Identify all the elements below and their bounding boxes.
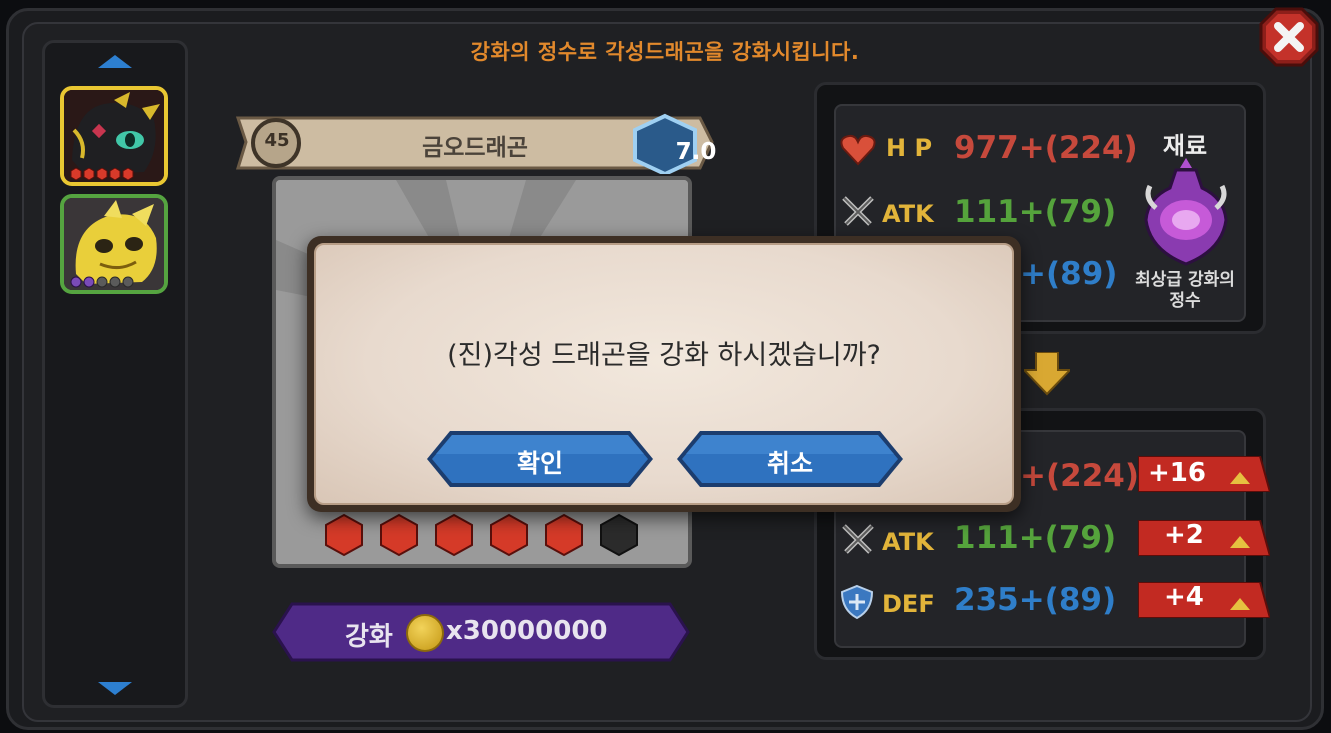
atk-value-current: 111+(79)	[954, 194, 1117, 230]
enhancement-essence-icon	[1144, 158, 1228, 266]
arrow-down-icon[interactable]	[98, 682, 132, 695]
confirm-dialog-body: (진)각성 드래곤을 강화 하시겠습니까?	[314, 243, 1014, 505]
hp-value-after: +(224)	[1020, 458, 1140, 494]
atk-label-after: ATK	[882, 528, 934, 556]
roster-slot-black-dragon[interactable]	[60, 86, 168, 186]
heart-icon	[840, 134, 876, 166]
cancel-button-label[interactable]: 취소	[674, 444, 906, 480]
roster-slot-yellow-dragon[interactable]	[60, 194, 168, 294]
hp-value-current: 977+(224)	[954, 130, 1138, 166]
close-icon[interactable]	[1258, 6, 1320, 68]
slot2-stars	[70, 276, 134, 288]
confirm-button-label[interactable]: 확인	[424, 444, 656, 480]
def-value-current: +(89)	[1020, 256, 1118, 292]
instruction-text: 강화의 정수로 각성드래곤을 강화시킵니다.	[470, 40, 860, 64]
upgrade-label: 강화	[345, 622, 393, 652]
arrow-up-icon[interactable]	[98, 55, 132, 68]
dragon-grade: 7.0	[675, 139, 717, 165]
hp-gain: +16	[1148, 458, 1206, 488]
confirm-dialog: (진)각성 드래곤을 강화 하시겠습니까?	[307, 236, 1021, 512]
dragon-level: 45	[264, 130, 290, 151]
confirm-message: (진)각성 드래곤을 강화 하시겠습니까?	[447, 340, 881, 371]
def-value-after: 235+(89)	[954, 582, 1117, 618]
dragon-stars	[325, 513, 638, 557]
hp-label: H P	[886, 134, 933, 162]
upgrade-cost: x30000000	[446, 616, 608, 646]
slot1-stars	[70, 168, 134, 180]
atk-label: ATK	[882, 200, 934, 228]
material-name: 최상급 강화의 정수	[1118, 270, 1252, 312]
crossed-swords-icon	[842, 524, 874, 554]
gold-coin-icon	[406, 614, 444, 652]
def-gain-badge	[1138, 582, 1270, 618]
atk-gain-badge	[1138, 520, 1270, 556]
def-gain: +4	[1164, 582, 1204, 612]
dragon-name: 금오드래곤	[422, 135, 528, 161]
def-label-after: DEF	[882, 590, 935, 618]
atk-value-after: 111+(79)	[954, 520, 1117, 556]
crossed-swords-icon	[842, 196, 874, 226]
material-title: 재료	[1162, 132, 1208, 160]
down-arrow-icon	[1024, 352, 1070, 396]
atk-gain: +2	[1164, 520, 1204, 550]
material-name-line1: 최상급 강화의	[1135, 270, 1235, 290]
shield-icon	[840, 584, 874, 620]
material-name-line2: 정수	[1169, 291, 1201, 311]
